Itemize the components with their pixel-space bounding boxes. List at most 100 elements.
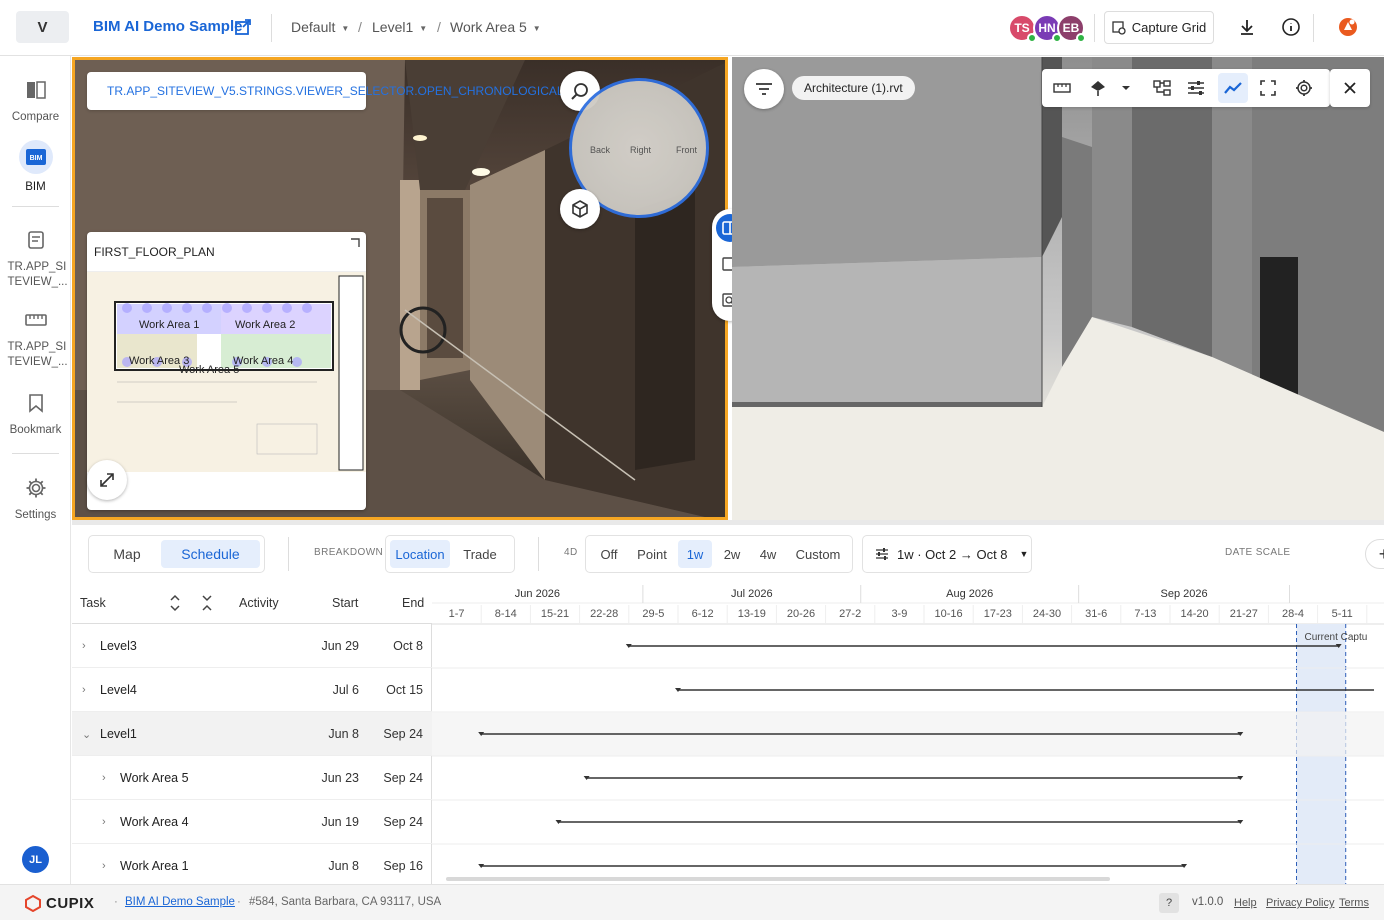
table-row[interactable]: › Level4 Jul 6 Oct 15 — [72, 668, 432, 712]
date-range-label: 1w · Oct 2 → Oct 8 — [897, 546, 1008, 562]
table-row[interactable]: › Work Area 4 Jun 19 Sep 24 — [72, 800, 432, 844]
bim-viewer[interactable]: Architecture (1).rvt — [732, 57, 1384, 520]
sidebar-item-bim[interactable]: BIM BIM — [0, 140, 71, 195]
fourd-1w[interactable]: 1w — [678, 540, 712, 568]
chevron-right-icon[interactable]: › — [82, 640, 86, 652]
grid-settings-icon — [1112, 20, 1126, 35]
column-activity[interactable]: Activity — [239, 596, 279, 610]
breadcrumb-item-default[interactable]: Default ▼ — [291, 19, 349, 35]
sidebar-item-settings[interactable]: Settings — [0, 474, 71, 523]
expand-icon — [100, 473, 114, 487]
chronological-selector[interactable]: TR.APP_SITEVIEW_V5.STRINGS.VIEWER_SELECT… — [87, 72, 564, 110]
terms-link[interactable]: Terms — [1339, 897, 1369, 909]
table-row[interactable]: › Work Area 5 Jun 23 Sep 24 — [72, 756, 432, 800]
sidebar-item-notes[interactable]: TR.APP_SI TEVIEW_... — [0, 226, 71, 290]
photo-viewer[interactable]: TR.APP_SITEVIEW_V5.STRINGS.VIEWER_SELECT… — [72, 57, 728, 520]
online-indicator — [1076, 33, 1086, 43]
tab-schedule[interactable]: Schedule — [161, 540, 260, 568]
fourd-custom[interactable]: Custom — [790, 540, 846, 568]
help-question-icon[interactable]: ? — [1159, 893, 1179, 913]
chevron-right-icon[interactable]: › — [102, 816, 106, 828]
view-tabs: Map Schedule — [88, 535, 265, 573]
floor-plan-drawing: Work Area 1 Work Area 2 Work Area 3 Work… — [87, 272, 366, 472]
task-end: Sep 24 — [383, 727, 423, 741]
floor-plan-minimap[interactable]: FIRST_FLOOR_PLAN Work Area 1 Work Area 2… — [87, 232, 366, 510]
chevron-right-icon[interactable]: › — [102, 772, 106, 784]
capture-grid-button[interactable]: Capture Grid — [1104, 11, 1214, 44]
gear-icon[interactable] — [1294, 78, 1314, 98]
user-avatar[interactable]: JL — [22, 846, 49, 873]
chevron-right-icon[interactable]: › — [102, 860, 106, 872]
fourd-off[interactable]: Off — [590, 540, 628, 568]
fullscreen-icon[interactable] — [1258, 78, 1278, 98]
week-label: 10-16 — [935, 608, 963, 620]
capture-grid-label: Capture Grid — [1131, 20, 1207, 35]
notification-icon[interactable] — [1337, 16, 1359, 38]
sidebar-item-compare[interactable]: Compare — [0, 76, 71, 125]
project-title[interactable]: BIM AI Demo Sample — [93, 18, 242, 35]
model-file-chip[interactable]: Architecture (1).rvt — [792, 76, 915, 100]
breakdown-trade[interactable]: Trade — [454, 540, 506, 568]
table-row[interactable]: › Work Area 1 Jun 8 Sep 16 — [72, 844, 432, 884]
corner-icon[interactable] — [350, 238, 360, 248]
gantt-chart: Task Activity Start End › Level3 Jun 29 Oct… — [72, 583, 1384, 884]
download-icon[interactable] — [1236, 16, 1258, 38]
table-row[interactable]: › Level3 Jun 29 Oct 8 — [72, 624, 432, 668]
fourd-4w[interactable]: 4w — [752, 540, 784, 568]
caret-down-icon[interactable] — [1116, 78, 1136, 98]
week-label: 24-30 — [1033, 608, 1061, 620]
3d-view-button[interactable] — [560, 189, 600, 229]
workspace-logo[interactable]: V — [16, 11, 69, 43]
breakdown-location[interactable]: Location — [390, 540, 450, 568]
measure-icon[interactable] — [1052, 78, 1072, 98]
collapse-all-icon[interactable] — [201, 594, 213, 612]
avatar[interactable]: TS — [1008, 14, 1037, 43]
task-start: Jun 23 — [321, 771, 359, 785]
task-start: Jun 29 — [321, 639, 359, 653]
sidebar-item-bookmark[interactable]: Bookmark — [0, 389, 71, 438]
fourd-2w[interactable]: 2w — [716, 540, 748, 568]
column-end[interactable]: End — [402, 596, 424, 610]
privacy-link[interactable]: Privacy Policy — [1266, 897, 1334, 909]
week-label: 6-12 — [692, 608, 714, 620]
table-row[interactable]: ⌄ Level1 Jun 8 Sep 24 — [72, 712, 432, 756]
week-label: 15-21 — [541, 608, 569, 620]
column-task[interactable]: Task — [80, 596, 106, 610]
fourd-point[interactable]: Point — [630, 540, 674, 568]
tree-icon[interactable] — [1152, 78, 1172, 98]
sort-icon[interactable] — [169, 594, 181, 612]
trend-icon[interactable] — [1218, 73, 1248, 103]
cupix-logo[interactable]: CUPIX — [24, 894, 94, 912]
column-start[interactable]: Start — [332, 596, 358, 610]
breadcrumb-item-level[interactable]: Level1 ▼ — [372, 19, 427, 35]
layers-icon[interactable] — [1088, 78, 1108, 98]
sidebar-item-label: Compare — [11, 111, 60, 123]
footer: CUPIX · BIM AI Demo Sample · #584, Santa… — [0, 884, 1384, 920]
info-icon[interactable] — [1280, 16, 1302, 38]
expand-minimap-button[interactable] — [87, 460, 127, 500]
tab-map[interactable]: Map — [93, 540, 161, 568]
avatar-initials: HN — [1038, 21, 1056, 35]
sliders-icon[interactable] — [1186, 78, 1206, 98]
date-scale-zoom: + − — [1365, 539, 1384, 569]
chevron-right-icon[interactable]: › — [82, 684, 86, 696]
project-link[interactable]: BIM AI Demo Sample — [125, 896, 235, 908]
date-range-selector[interactable]: 1w · Oct 2 → Oct 8 ▼ — [862, 535, 1032, 573]
work-area-label: Work Area 5 — [179, 364, 239, 376]
breadcrumb-label: Default — [291, 19, 336, 35]
close-button[interactable] — [1330, 69, 1370, 107]
help-link[interactable]: Help — [1234, 897, 1257, 909]
filter-button[interactable] — [744, 69, 784, 109]
sidebar-item-measure[interactable]: TR.APP_SI TEVIEW_... — [0, 306, 71, 370]
external-link-icon[interactable] — [234, 18, 252, 36]
cube-icon — [572, 200, 588, 218]
breadcrumb-separator: / — [358, 19, 362, 35]
avatar[interactable]: EB — [1057, 14, 1086, 43]
breadcrumb-item-area[interactable]: Work Area 5 ▼ — [450, 19, 541, 35]
chevron-down-icon[interactable]: ⌄ — [82, 728, 91, 741]
bim-icon: BIM — [18, 140, 53, 174]
task-name: Level4 — [100, 683, 137, 697]
zoom-in-icon[interactable]: + — [1366, 540, 1384, 568]
task-name: Work Area 1 — [120, 859, 189, 873]
horizontal-scrollbar[interactable] — [446, 877, 1110, 881]
